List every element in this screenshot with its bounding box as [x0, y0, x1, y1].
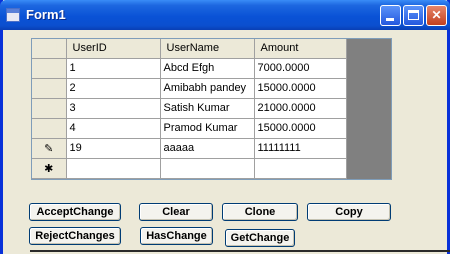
column-header-username[interactable]: UserName: [160, 39, 255, 59]
copy-button[interactable]: Copy: [307, 203, 391, 221]
form-app-icon: [6, 8, 20, 22]
cell-username[interactable]: Satish Kumar: [160, 98, 255, 119]
new-row-icon[interactable]: ✱: [32, 158, 67, 179]
cell-username[interactable]: Pramod Kumar: [160, 118, 255, 139]
table-row-new[interactable]: ✱: [32, 158, 347, 179]
cell-userid[interactable]: 4: [66, 118, 161, 139]
column-header-amount[interactable]: Amount: [254, 39, 347, 59]
clone-button[interactable]: Clone: [222, 203, 298, 221]
cell-amount[interactable]: 15000.0000: [254, 118, 347, 139]
cell-amount[interactable]: 21000.0000: [254, 98, 347, 119]
form-window: Form1 ✕ UserID UserName Amount 1 Abcd Ef…: [0, 0, 450, 254]
cell-userid[interactable]: [66, 158, 161, 179]
maximize-button[interactable]: [403, 5, 424, 26]
row-header[interactable]: [32, 98, 67, 119]
close-icon: ✕: [431, 8, 442, 22]
clear-button[interactable]: Clear: [139, 203, 213, 221]
cell-userid[interactable]: 19: [66, 138, 161, 159]
cell-username[interactable]: Amibabh pandey: [160, 78, 255, 99]
data-grid-table: UserID UserName Amount 1 Abcd Efgh 7000.…: [32, 39, 347, 179]
pencil-icon[interactable]: ✎: [32, 138, 67, 159]
row-header[interactable]: [32, 58, 67, 79]
header-row: UserID UserName Amount: [32, 39, 347, 59]
cell-userid[interactable]: 1: [66, 58, 161, 79]
table-row-editing[interactable]: ✎ 19 aaaaa 11111111: [32, 138, 347, 159]
close-button[interactable]: ✕: [426, 5, 447, 26]
bottom-divider: [30, 250, 450, 252]
cell-amount[interactable]: 15000.0000: [254, 78, 347, 99]
cell-amount[interactable]: [254, 158, 347, 179]
cell-userid[interactable]: 3: [66, 98, 161, 119]
table-row[interactable]: 1 Abcd Efgh 7000.0000: [32, 58, 347, 79]
cell-username[interactable]: [160, 158, 255, 179]
table-row[interactable]: 3 Satish Kumar 21000.0000: [32, 98, 347, 119]
table-row[interactable]: 2 Amibabh pandey 15000.0000: [32, 78, 347, 99]
minimize-button[interactable]: [380, 5, 401, 26]
table-row[interactable]: 4 Pramod Kumar 15000.0000: [32, 118, 347, 139]
title-bar[interactable]: Form1 ✕: [0, 0, 450, 30]
accept-change-button[interactable]: AcceptChange: [29, 203, 121, 221]
minimize-icon: [386, 18, 394, 21]
cell-userid[interactable]: 2: [66, 78, 161, 99]
cell-username[interactable]: Abcd Efgh: [160, 58, 255, 79]
reject-changes-button[interactable]: RejectChanges: [29, 227, 121, 245]
grid-corner-cell[interactable]: [32, 39, 67, 59]
get-change-button[interactable]: GetChange: [225, 229, 295, 247]
maximize-icon: [408, 10, 419, 20]
data-grid[interactable]: UserID UserName Amount 1 Abcd Efgh 7000.…: [31, 38, 392, 180]
cell-username[interactable]: aaaaa: [160, 138, 255, 159]
cell-amount-editing[interactable]: 11111111: [254, 138, 347, 159]
row-header[interactable]: [32, 118, 67, 139]
column-header-userid[interactable]: UserID: [66, 39, 161, 59]
cell-amount[interactable]: 7000.0000: [254, 58, 347, 79]
window-title: Form1: [26, 7, 66, 22]
row-header[interactable]: [32, 78, 67, 99]
has-change-button[interactable]: HasChange: [140, 227, 213, 245]
